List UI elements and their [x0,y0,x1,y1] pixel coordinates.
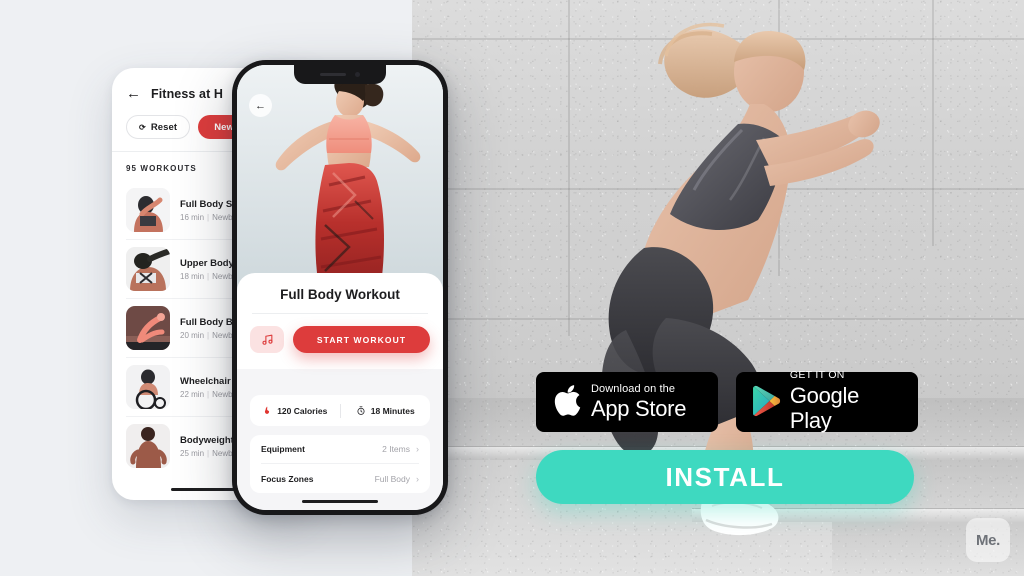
workout-level: Newb [212,271,233,281]
music-button[interactable] [250,326,284,353]
reset-chip-label: Reset [150,121,178,133]
stopwatch-icon [357,406,365,415]
duration-value: 18 Minutes [370,405,415,416]
front-camera-icon [355,72,360,77]
workout-duration: 18 min [180,271,205,281]
page-title: Fitness at H [151,86,224,101]
cta-row: START WORKOUT [250,326,430,353]
workout-thumbnail [126,247,170,291]
equipment-value-group: 2 Items › [382,444,419,454]
phone-right-device: ← Full Body Workout START WORKOUT 120 Ca… [232,60,448,515]
google-play-line1: GET IT ON [789,369,845,382]
app-store-text: Download on the App Store [591,383,686,421]
phone-notch [294,65,386,84]
watermark-badge: Me. [966,518,1010,562]
duration-stat: 18 Minutes [341,405,431,416]
focus-zones-label: Focus Zones [261,473,314,484]
workout-duration: 20 min [180,330,205,340]
promo-stage: ← Fitness at H ⟳ Reset Newbie 95 WORKOUT… [0,0,1024,576]
app-store-badge[interactable]: Download on the App Store [536,372,718,432]
chevron-right-icon: › [416,473,419,484]
workout-level: Newb [212,448,233,458]
earpiece-speaker-icon [320,73,346,76]
flame-icon [265,406,270,414]
workout-duration: 22 min [180,389,205,399]
focus-zones-value: Full Body [374,473,410,484]
workout-thumbnail [126,188,170,232]
equipment-row[interactable]: Equipment 2 Items › [261,435,419,464]
start-workout-label: START WORKOUT [316,334,407,345]
apple-logo-icon [554,385,581,416]
back-arrow-icon[interactable]: ← [126,86,141,101]
app-store-line1: Download on the [591,382,676,395]
calories-value: 120 Calories [277,405,328,416]
workout-detail-rows: Equipment 2 Items › Focus Zones Full Bod… [250,435,430,493]
calories-stat: 120 Calories [250,405,340,416]
google-play-logo-icon [753,385,781,417]
workout-level: Newb [212,389,233,399]
workout-duration: 16 min [180,212,205,222]
install-button-label: INSTALL [665,461,785,492]
store-badge-group: Download on the App Store GET IT ON Goog… [536,370,918,433]
reset-icon: ⟳ [139,122,146,132]
start-workout-button[interactable]: START WORKOUT [293,326,430,353]
workout-duration: 25 min [180,448,205,458]
watermark-label: Me. [975,531,1001,549]
workout-level: Newb [212,330,233,340]
workout-title: Full Body Workout [280,287,400,302]
phone-right-screen: ← Full Body Workout START WORKOUT 120 Ca… [237,65,443,510]
google-play-line2: Google Play [789,382,860,434]
workout-thumbnail [126,424,170,468]
back-arrow-icon[interactable]: ← [249,94,272,117]
workout-stats-row: 120 Calories 18 Minutes [250,395,430,426]
reset-filter-chip[interactable]: ⟳ Reset [126,115,191,139]
workout-level: Newb [212,212,233,222]
home-indicator [302,500,378,503]
workout-detail-body: 120 Calories 18 Minutes Equipment 2 Item… [237,385,443,510]
focus-zones-row[interactable]: Focus Zones Full Body › [261,464,419,493]
workout-thumbnail [126,365,170,409]
google-play-badge[interactable]: GET IT ON Google Play [736,370,918,433]
workout-thumbnail [126,306,170,350]
google-play-text: GET IT ON Google Play [790,370,902,433]
equipment-label: Equipment [261,444,305,454]
chevron-right-icon: › [416,444,419,454]
workout-detail-card: Full Body Workout START WORKOUT [237,273,443,369]
music-note-icon [261,334,273,345]
app-store-line2: App Store [591,395,687,421]
equipment-value: 2 Items [382,444,410,454]
install-button[interactable]: INSTALL [536,450,914,504]
card-divider [252,313,428,314]
focus-zones-value-group: Full Body › [375,474,419,484]
